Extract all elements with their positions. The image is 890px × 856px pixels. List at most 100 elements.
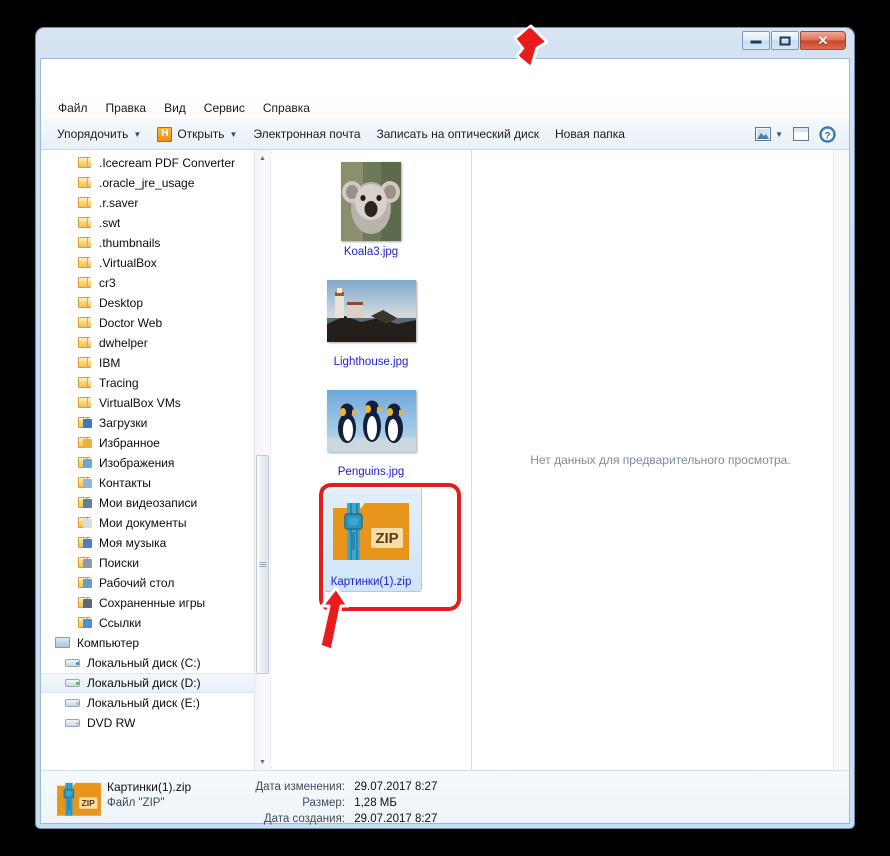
scroll-up-button[interactable]: ▲: [255, 150, 270, 166]
contacts-folder-icon: [77, 476, 93, 490]
title-bar: ✕: [36, 28, 854, 58]
navigation-scrollbar[interactable]: ▲ ▼: [254, 150, 270, 770]
close-button[interactable]: ✕: [800, 31, 846, 50]
sidebar-item-0[interactable]: .Icecream PDF Converter: [41, 153, 254, 173]
folder-icon: [77, 216, 93, 230]
folder-icon: [77, 396, 93, 410]
details-icon-wrapper: ZIP: [51, 777, 107, 819]
sidebar-item-16[interactable]: Контакты: [41, 473, 254, 493]
folder-icon: [77, 296, 93, 310]
menu-item-help[interactable]: Справка: [254, 99, 319, 117]
sidebar-item-2[interactable]: .r.saver: [41, 193, 254, 213]
searches-folder-icon: [77, 556, 93, 570]
sidebar-item-label: DVD RW: [87, 716, 136, 730]
folder-icon: [77, 356, 93, 370]
sidebar-item-11[interactable]: Tracing: [41, 373, 254, 393]
sidebar-item-8[interactable]: Doctor Web: [41, 313, 254, 333]
help-button[interactable]: ?: [814, 123, 841, 146]
sidebar-item-26[interactable]: Локальный диск (D:): [41, 673, 254, 693]
sidebar-item-10[interactable]: IBM: [41, 353, 254, 373]
sidebar-item-13[interactable]: Загрузки: [41, 413, 254, 433]
menu-item-edit[interactable]: Правка: [97, 99, 156, 117]
folder-badge-icon: [83, 539, 92, 548]
drive-icon: [65, 676, 81, 690]
sidebar-item-label: IBM: [99, 356, 121, 370]
menu-item-file[interactable]: Файл: [49, 99, 97, 117]
scrollbar-grip-icon: [259, 561, 266, 568]
explorer-body: .Icecream PDF Converter .oracle_jre_usage…: [41, 150, 849, 770]
folder-badge-icon: [83, 499, 92, 508]
sidebar-item-28[interactable]: DVD RW: [41, 713, 254, 733]
sidebar-item-18[interactable]: Мои документы: [41, 513, 254, 533]
open-label: Открыть: [177, 127, 225, 141]
burn-to-disc-button[interactable]: Записать на оптический диск: [369, 123, 548, 145]
sidebar-item-17[interactable]: Мои видеозаписи: [41, 493, 254, 513]
file-item-zip-archive[interactable]: ZIP Картинки(1).zip: [320, 486, 422, 592]
open-button[interactable]: H Открыть ▼: [149, 123, 245, 146]
sidebar-item-27[interactable]: Локальный диск (E:): [41, 693, 254, 713]
change-view-button[interactable]: ▼: [750, 124, 788, 144]
file-item-penguins[interactable]: Penguins.jpg: [320, 376, 422, 482]
preview-pane-button[interactable]: [788, 124, 814, 144]
folder-icon: [77, 196, 93, 210]
sidebar-item-21[interactable]: Рабочий стол: [41, 573, 254, 593]
details-size-row: Размер: 1,28 МБ: [227, 795, 437, 811]
links-folder-icon: [77, 616, 93, 630]
sidebar-item-9[interactable]: dwhelper: [41, 333, 254, 353]
folder-badge-icon: [83, 419, 92, 428]
scroll-down-button[interactable]: ▼: [255, 754, 270, 770]
folder-icon: [77, 236, 93, 250]
folder-badge-icon: [83, 579, 92, 588]
menu-item-tools[interactable]: Сервис: [195, 99, 254, 117]
folder-badge-icon: [83, 439, 92, 448]
menu-item-view[interactable]: Вид: [155, 99, 195, 117]
preview-scrollbar[interactable]: [833, 150, 849, 770]
zip-archive-icon: ZIP: [57, 782, 101, 816]
details-primary-column: Картинки(1).zip Файл "ZIP": [107, 779, 227, 827]
sidebar-item-15[interactable]: Изображения: [41, 453, 254, 473]
thumbnail-wrapper: [323, 270, 419, 352]
new-folder-button[interactable]: Новая папка: [547, 123, 633, 145]
sidebar-item-14[interactable]: Избранное: [41, 433, 254, 453]
chevron-down-icon: ▼: [775, 129, 783, 139]
explorer-window: ✕ ‹ › ▼ ▸ Компьютер ▸ Локальный диск (D:…: [36, 28, 854, 828]
maximize-button[interactable]: [771, 31, 799, 50]
file-item-koala[interactable]: Koala3.jpg: [320, 156, 422, 262]
svg-text:ZIP: ZIP: [375, 530, 398, 547]
sidebar-item-3[interactable]: .swt: [41, 213, 254, 233]
koala-thumbnail: [341, 161, 401, 241]
sidebar-item-6[interactable]: cr3: [41, 273, 254, 293]
sidebar-item-label: Doctor Web: [99, 316, 163, 330]
sidebar-item-24[interactable]: Компьютер: [41, 633, 254, 653]
sidebar-item-19[interactable]: Моя музыка: [41, 533, 254, 553]
chevron-down-icon: ▼: [133, 129, 142, 139]
sidebar-item-20[interactable]: Поиски: [41, 553, 254, 573]
sidebar-item-23[interactable]: Ссылки: [41, 613, 254, 633]
sidebar-item-label: Поиски: [99, 556, 139, 570]
folder-badge-icon: [83, 619, 92, 628]
favorites-folder-icon: [77, 436, 93, 450]
sidebar-item-label: Контакты: [99, 476, 151, 490]
sidebar-item-label: Сохраненные игры: [99, 596, 206, 610]
sidebar-item-22[interactable]: Сохраненные игры: [41, 593, 254, 613]
sidebar-item-label: Мои видеозаписи: [99, 496, 198, 510]
email-button[interactable]: Электронная почта: [245, 123, 368, 145]
details-info: Картинки(1).zip Файл "ZIP" Дата изменени…: [107, 777, 437, 827]
sidebar-item-5[interactable]: .VirtualBox: [41, 253, 254, 273]
minimize-button[interactable]: [742, 31, 770, 50]
sidebar-item-1[interactable]: .oracle_jre_usage: [41, 173, 254, 193]
sidebar-item-label: Desktop: [99, 296, 144, 310]
folder-tree: .Icecream PDF Converter .oracle_jre_usage…: [41, 150, 254, 733]
file-list-pane[interactable]: Koala3.jpg Lighthouse.jpg Penguins.jpg Z…: [270, 150, 471, 770]
organize-button[interactable]: Упорядочить ▼: [49, 123, 149, 145]
folder-icon: [77, 256, 93, 270]
sidebar-item-label: Локальный диск (D:): [87, 676, 201, 690]
preview-pane: Нет данных для предварительного просмотр…: [471, 150, 849, 770]
sidebar-item-7[interactable]: Desktop: [41, 293, 254, 313]
file-item-lighthouse[interactable]: Lighthouse.jpg: [320, 266, 422, 372]
sidebar-item-12[interactable]: VirtualBox VMs: [41, 393, 254, 413]
sidebar-item-4[interactable]: .thumbnails: [41, 233, 254, 253]
folder-icon: [77, 316, 93, 330]
sidebar-item-25[interactable]: Локальный диск (C:): [41, 653, 254, 673]
scrollbar-thumb[interactable]: [256, 455, 269, 674]
